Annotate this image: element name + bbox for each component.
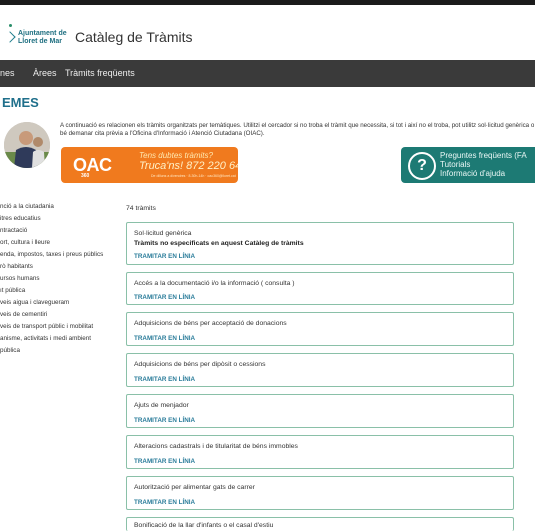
sidebar-item-esport-cultura[interactable]: ort, cultura i lleure xyxy=(0,239,50,246)
avatar-photo-icon xyxy=(4,122,50,168)
tramit-title: Sol·licitud genèrica xyxy=(134,230,192,237)
sidebar-item-contractacio[interactable]: ntractació xyxy=(0,227,27,234)
sidebar-item-hisenda[interactable]: enda, impostos, taxes i preus públics xyxy=(0,251,103,258)
logo-line2: Lloret de Mar xyxy=(18,38,62,45)
nav-item-arees[interactable]: Àrees xyxy=(33,68,57,78)
tramit-title: Adquisicions de béns per acceptació de d… xyxy=(134,320,287,327)
tramit-subtitle: Tràmits no especificats en aquest Catàle… xyxy=(134,240,304,247)
tramit-card[interactable]: Bonificació de la llar d'infants o el ca… xyxy=(126,517,514,531)
tramit-title: Adquisicions de béns per dipòsit o cessi… xyxy=(134,361,266,368)
nav-item-temes[interactable]: nes xyxy=(0,68,15,78)
sidebar-item-salut-publica[interactable]: ıt pública xyxy=(0,287,25,294)
faq-line3: Informació d'ajuda xyxy=(440,169,506,178)
sidebar-item-centres-educatius[interactable]: itres educatius xyxy=(0,215,41,222)
page-title: EMES xyxy=(2,95,39,110)
results-count: 74 tràmits xyxy=(126,205,156,212)
tramit-title: Bonificació de la llar d'infants o el ca… xyxy=(134,522,274,529)
logo-chevron-icon xyxy=(4,31,16,43)
sidebar-item-atencio-ciutadania[interactable]: nció a la ciutadania xyxy=(0,203,54,210)
oac-banner[interactable]: OAC 360 Tens dubtes tràmits? Truca'ns! 8… xyxy=(61,147,238,183)
site-title[interactable]: Catàleg de Tràmits xyxy=(75,29,193,45)
logo-line1: Ajuntament de xyxy=(18,30,67,37)
tramit-title: Alteracions cadastrals i de titularitat … xyxy=(134,443,298,450)
ajuntament-logo[interactable]: Ajuntament de Lloret de Mar xyxy=(0,24,70,50)
avatar xyxy=(4,122,50,168)
oac-logo: OAC xyxy=(73,155,112,175)
sidebar-item-recursos-humans[interactable]: ursos humans xyxy=(0,275,40,282)
top-bar xyxy=(0,0,535,5)
tramitar-button[interactable]: TRAMITAR EN LÍNIA xyxy=(134,376,195,383)
oac-line3: De dilluns a divendres · 8.30h-14h · oac… xyxy=(151,174,236,178)
tramitar-button[interactable]: TRAMITAR EN LÍNIA xyxy=(134,458,195,465)
tramit-title: Autorització per alimentar gats de carre… xyxy=(134,484,255,491)
logo-dot-icon xyxy=(9,24,12,27)
oac-line1: Tens dubtes tràmits? xyxy=(139,151,213,160)
tramitar-button[interactable]: TRAMITAR EN LÍNIA xyxy=(134,335,195,342)
tramit-title: Accés a la documentació i/o la informaci… xyxy=(134,280,295,287)
tramitar-button[interactable]: TRAMITAR EN LÍNIA xyxy=(134,499,195,506)
oac-line2: Truca'ns! 872 220 646 xyxy=(139,160,238,172)
tramit-card[interactable]: Sol·licitud genèrica Tràmits no especifi… xyxy=(126,222,514,265)
tramit-title: Ajuts de menjador xyxy=(134,402,189,409)
tramitar-button[interactable]: TRAMITAR EN LÍNIA xyxy=(134,294,195,301)
faq-line1: Preguntes freqüents (FA xyxy=(440,151,527,160)
sidebar-item-aigua-clavegueram[interactable]: veis aigua i clavegueram xyxy=(0,299,69,306)
tramit-card[interactable]: Ajuts de menjador TRAMITAR EN LÍNIA xyxy=(126,394,514,428)
tramit-card[interactable]: Adquisicions de béns per dipòsit o cessi… xyxy=(126,353,514,387)
tramitar-button[interactable]: TRAMITAR EN LÍNIA xyxy=(134,417,195,424)
tramit-card[interactable]: Autorització per alimentar gats de carre… xyxy=(126,476,514,510)
tramitar-button[interactable]: TRAMITAR EN LÍNIA xyxy=(134,253,195,260)
sidebar-item-urbanisme[interactable]: anisme, activitats i medi ambient xyxy=(0,335,91,342)
oac-logo-sub: 360 xyxy=(81,173,90,179)
main-navbar: nes Àrees Tràmits freqüents xyxy=(0,60,535,87)
nav-item-tramits-frequents[interactable]: Tràmits freqüents xyxy=(65,68,135,78)
sidebar-item-transport-mobilitat[interactable]: veis de transport públic i mobilitat xyxy=(0,323,93,330)
sidebar-item-via-publica[interactable]: pública xyxy=(0,347,20,354)
tramit-card[interactable]: Alteracions cadastrals i de titularitat … xyxy=(126,435,514,469)
tramit-card[interactable]: Accés a la documentació i/o la informaci… xyxy=(126,272,514,305)
sidebar-item-cementiri[interactable]: veis de cementiri xyxy=(0,311,47,318)
sidebar-item-padro-habitants[interactable]: rò habitants xyxy=(0,263,33,270)
intro-text: A continuació es relacionen els tràmits … xyxy=(60,122,535,137)
faq-banner[interactable]: ? Preguntes freqüents (FA Tutorials Info… xyxy=(401,147,535,183)
faq-line2: Tutorials xyxy=(440,160,471,169)
tramit-card[interactable]: Adquisicions de béns per acceptació de d… xyxy=(126,312,514,346)
question-icon: ? xyxy=(408,152,436,180)
